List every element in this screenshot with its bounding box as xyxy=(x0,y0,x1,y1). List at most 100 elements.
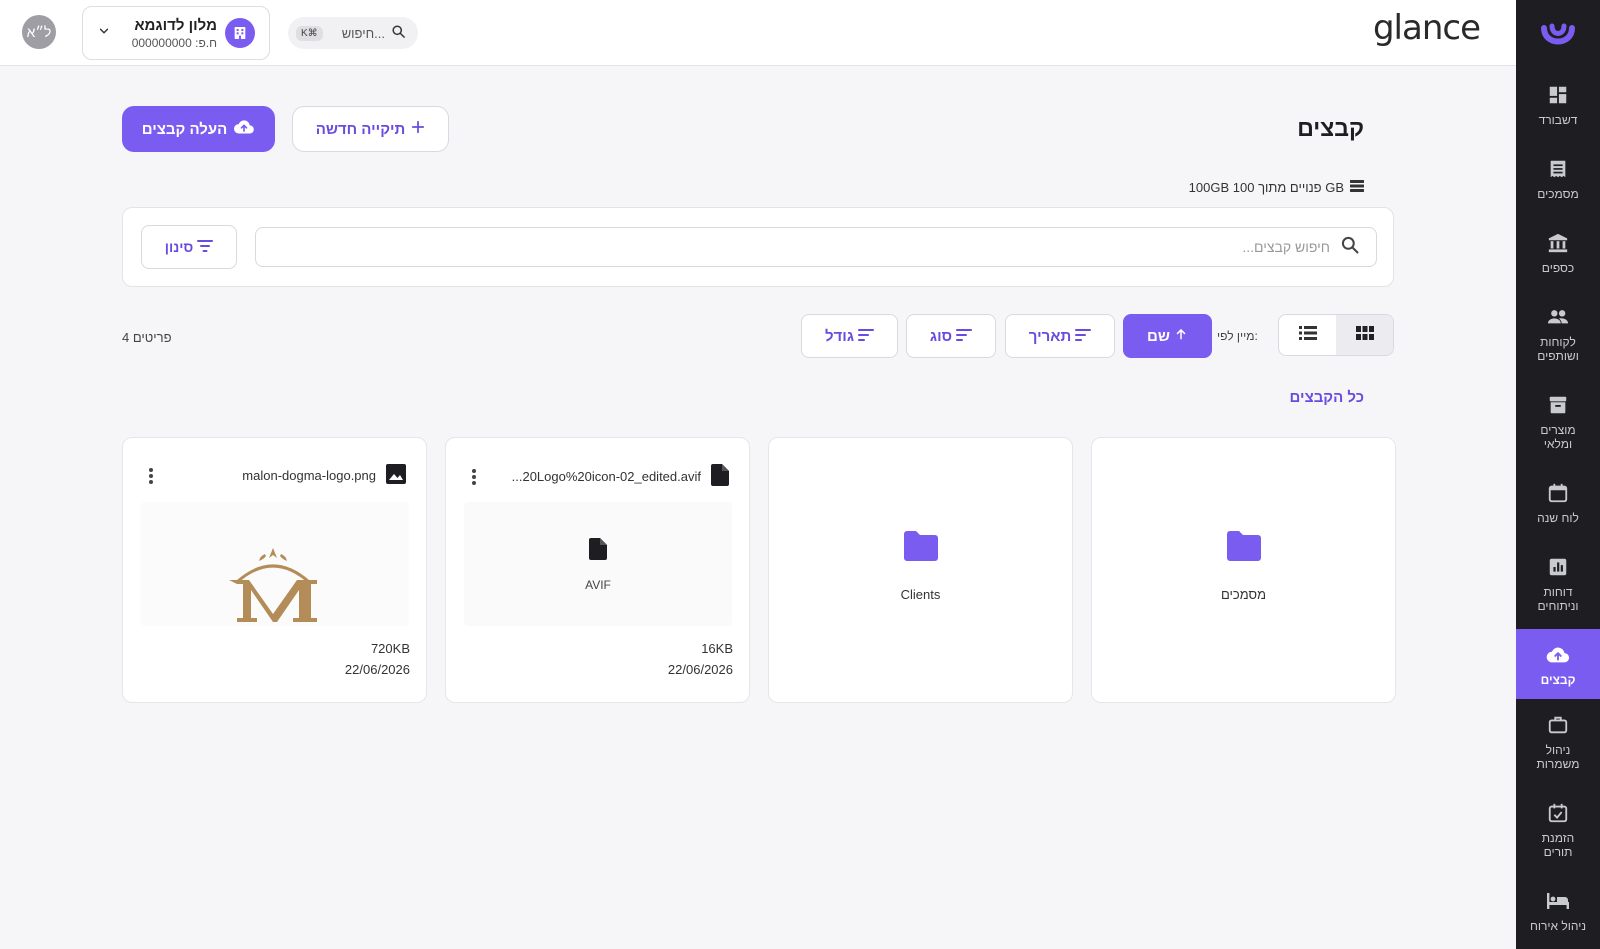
sort-type-label: סוג xyxy=(929,327,953,345)
building-icon xyxy=(225,18,255,48)
file-type-label: AVIF xyxy=(585,578,611,592)
org-switcher[interactable]: מלון לדוגמא ח.פ: 000000000 xyxy=(82,6,270,60)
briefcase-icon xyxy=(1546,713,1570,737)
org-id: ח.פ: 000000000 xyxy=(131,35,217,50)
storage-info: 100GB פנויים מתוך 100 GB xyxy=(1189,180,1364,195)
file-size: 720KB xyxy=(370,641,410,656)
sort-date-label: תאריך xyxy=(1028,327,1072,345)
file-card[interactable]: malon-dogma-logo.png 720KB 22/06/2026 xyxy=(122,437,427,703)
upload-button-label: העלה קבצים xyxy=(141,120,228,138)
archive-icon xyxy=(1546,393,1570,417)
org-name: מלון לדוגמא xyxy=(134,16,217,34)
sidebar: דשבורד מסמכים כספים לקוחות ושותפים מוצרי… xyxy=(1516,0,1600,949)
file-search-input[interactable] xyxy=(930,239,1330,255)
calendar-check-icon xyxy=(1546,801,1570,825)
search-icon xyxy=(1340,235,1360,260)
upload-files-button[interactable]: העלה קבצים xyxy=(122,106,275,152)
file-icon xyxy=(711,464,729,489)
avatar[interactable]: ל״א xyxy=(22,15,56,49)
sort-name-label: שם xyxy=(1147,327,1170,345)
sidebar-item-label: קבצים xyxy=(1540,673,1576,687)
folder-card[interactable]: Clients xyxy=(768,437,1073,703)
more-options-icon[interactable] xyxy=(141,467,161,485)
folder-name: Clients xyxy=(900,587,941,602)
cloud-upload-icon xyxy=(1546,643,1570,667)
sidebar-item-label: מוצרים ומלאי xyxy=(1540,423,1576,451)
new-folder-button[interactable]: תיקייה חדשה xyxy=(292,106,449,152)
plus-icon xyxy=(411,120,425,138)
sidebar-item-documents[interactable]: מסמכים xyxy=(1516,143,1600,217)
calendar-icon xyxy=(1546,481,1570,505)
sidebar-item-dashboard[interactable]: דשבורד xyxy=(1516,69,1600,143)
sidebar-item-label: מסמכים xyxy=(1537,187,1579,201)
arrow-up-icon xyxy=(1174,327,1188,345)
all-files-breadcrumb[interactable]: כל הקבצים xyxy=(1290,389,1364,406)
report-icon xyxy=(1546,555,1570,579)
file-search-field[interactable] xyxy=(255,227,1377,267)
sort-size-label: גודל xyxy=(824,327,855,345)
sidebar-item-shifts[interactable]: ניהול משמרות xyxy=(1516,699,1600,787)
storage-icon xyxy=(1350,180,1364,195)
sidebar-item-hospitality[interactable]: ניהול אירוח xyxy=(1516,875,1600,949)
bed-icon xyxy=(1546,889,1570,913)
view-toggle xyxy=(1278,314,1394,356)
storage-text: 100GB פנויים מתוך 100 GB xyxy=(1188,180,1344,195)
shortcut-badge: K⌘ xyxy=(296,25,323,41)
file-size: 16KB xyxy=(701,641,733,656)
sidebar-item-finance[interactable]: כספים xyxy=(1516,217,1600,291)
filter-button-label: סינון xyxy=(164,239,194,255)
sidebar-item-label: הזמנת תורים xyxy=(1541,831,1575,859)
file-name: malon-dogma-logo.png xyxy=(242,468,376,483)
sort-icon xyxy=(1075,328,1092,345)
sidebar-item-label: לקוחות ושותפים xyxy=(1537,335,1579,363)
sidebar-item-label: כספים xyxy=(1541,261,1575,275)
sort-by-size-button[interactable]: גודל xyxy=(801,314,898,358)
new-folder-button-label: תיקייה חדשה xyxy=(315,120,406,138)
chevron-down-icon xyxy=(97,24,111,43)
list-view-button[interactable] xyxy=(1279,315,1336,355)
people-icon xyxy=(1546,305,1570,329)
sidebar-item-products[interactable]: מוצרים ומלאי xyxy=(1516,379,1600,467)
file-date: 22/06/2026 xyxy=(344,662,410,677)
grid-view-button[interactable] xyxy=(1336,315,1393,355)
search-icon xyxy=(391,24,406,42)
sidebar-item-files[interactable]: קבצים xyxy=(1516,629,1600,699)
folder-icon xyxy=(902,530,940,567)
file-type-icon xyxy=(589,538,607,565)
dashboard-icon xyxy=(1546,83,1570,107)
items-count: 4 פריטים xyxy=(122,330,172,345)
file-search-panel: סינון xyxy=(122,207,1394,287)
file-card[interactable]: ...20Logo%20icon-02_edited.avif AVIF 16K… xyxy=(445,437,750,703)
sidebar-item-appointments[interactable]: הזמנת תורים xyxy=(1516,787,1600,875)
brand-logo[interactable]: glance xyxy=(1373,8,1481,48)
sidebar-item-label: לוח שנה xyxy=(1537,511,1579,525)
global-search-label: חיפוש... xyxy=(341,25,385,41)
folder-card[interactable]: מסמכים xyxy=(1091,437,1396,703)
bank-icon xyxy=(1546,231,1570,255)
sort-label: מיין לפי: xyxy=(1217,329,1258,343)
app-logo-icon[interactable] xyxy=(1516,0,1600,69)
folder-icon xyxy=(1225,530,1263,567)
sidebar-item-label: ניהול משמרות xyxy=(1536,743,1580,771)
sidebar-item-customers[interactable]: לקוחות ושותפים xyxy=(1516,291,1600,379)
more-options-icon[interactable] xyxy=(464,468,484,486)
sort-by-date-button[interactable]: תאריך xyxy=(1005,314,1115,358)
sidebar-item-reports[interactable]: דוחות וניתוחים xyxy=(1516,541,1600,629)
sidebar-item-calendar[interactable]: לוח שנה xyxy=(1516,467,1600,541)
file-preview: AVIF xyxy=(464,502,732,626)
sidebar-item-label: דוחות וניתוחים xyxy=(1537,585,1579,613)
hotel-logo-image xyxy=(221,542,325,626)
grid-icon xyxy=(1355,325,1374,345)
list-icon xyxy=(1298,325,1317,345)
filter-icon xyxy=(197,239,214,255)
image-preview xyxy=(141,502,409,626)
file-name: ...20Logo%20icon-02_edited.avif xyxy=(511,469,701,484)
filter-button[interactable]: סינון xyxy=(141,225,237,269)
folder-name: מסמכים xyxy=(1220,587,1267,602)
global-search[interactable]: K⌘ חיפוש... xyxy=(288,17,418,49)
sort-icon xyxy=(858,328,875,345)
sidebar-item-label: דשבורד xyxy=(1538,113,1578,127)
sort-by-type-button[interactable]: סוג xyxy=(906,314,996,358)
sort-by-name-button[interactable]: שם xyxy=(1123,314,1212,358)
file-date: 22/06/2026 xyxy=(667,662,733,677)
